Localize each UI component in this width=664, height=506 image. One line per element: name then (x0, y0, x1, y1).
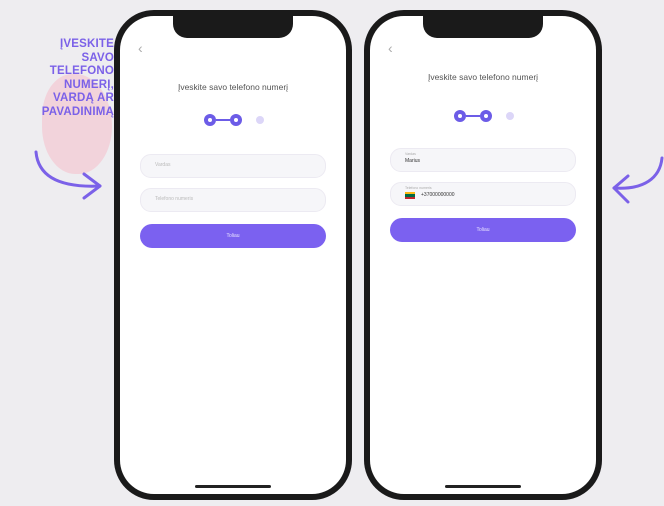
phone-mockup-right: ‹ Įveskite savo telefono numerį Vardas M… (364, 10, 602, 500)
back-chevron-icon[interactable]: ‹ (138, 40, 143, 56)
step-dot-active (204, 114, 216, 126)
step-dot-inactive (506, 112, 514, 120)
name-field-label: Vardas (405, 152, 416, 156)
curved-arrow-left-icon (612, 156, 664, 204)
phone-notch (423, 16, 543, 38)
step-dot-active (454, 110, 466, 122)
annotation-line: VARDĄ AR (52, 92, 114, 104)
curved-arrow-right-icon (34, 150, 102, 200)
phone-placeholder: Telefono numeris (155, 196, 194, 202)
step-connector (216, 119, 230, 121)
phone-mockup-left: ‹ Įveskite savo telefono numerį Vardas T… (114, 10, 352, 500)
name-field-value: Marius (405, 158, 421, 164)
annotation-line: ĮVESKITE (59, 38, 114, 50)
phone-notch (173, 16, 293, 38)
step-indicator (120, 114, 346, 128)
screen-title: Įveskite savo telefono numerį (427, 72, 539, 82)
lithuania-flag-icon (405, 192, 415, 199)
annotation-line: NUMERĮ, (64, 78, 114, 91)
continue-button[interactable]: Toliau (140, 224, 326, 248)
step-connector (466, 115, 480, 117)
name-field[interactable]: Vardas Marius (390, 148, 576, 172)
phone-screen: ‹ Įveskite savo telefono numerį Vardas T… (120, 16, 346, 494)
home-indicator (195, 485, 271, 488)
step-dot-active (480, 110, 492, 122)
name-placeholder: Vardas (155, 162, 171, 168)
phone-screen: ‹ Įveskite savo telefono numerį Vardas M… (370, 16, 596, 494)
annotation-line: TELEFONO (49, 65, 114, 77)
back-chevron-icon[interactable]: ‹ (388, 40, 393, 56)
step-dot-inactive (256, 116, 264, 124)
name-field[interactable]: Vardas (140, 154, 326, 178)
continue-button-label: Toliau (476, 227, 490, 233)
continue-button-label: Toliau (226, 233, 240, 239)
phone-field-label: Telefono numeris (405, 186, 432, 190)
phone-number-field[interactable]: Telefono numeris +37000000000 (390, 182, 576, 206)
phone-field-value: +37000000000 (421, 192, 455, 198)
annotation-line: PAVADINIMĄ (41, 105, 114, 118)
phone-number-field[interactable]: Telefono numeris (140, 188, 326, 212)
annotation-line: SAVO (81, 51, 114, 64)
step-dot-active (230, 114, 242, 126)
step-indicator (370, 110, 596, 124)
home-indicator (445, 485, 521, 488)
screen-title: Įveskite savo telefono numerį (177, 82, 289, 92)
instruction-annotation: ĮVESKITE SAVO TELEFONO NUMERĮ, VARDĄ AR … (8, 38, 114, 174)
continue-button[interactable]: Toliau (390, 218, 576, 242)
